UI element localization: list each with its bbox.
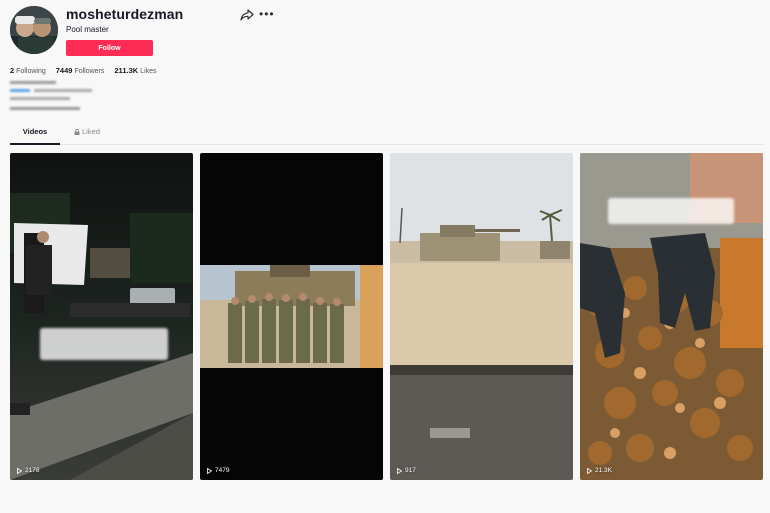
video-thumbnail (390, 153, 573, 480)
play-icon (587, 467, 592, 474)
profile-username: mosheturdezman (66, 6, 184, 22)
profile-stats: 2 Following 7449 Followers 211.3K Likes (10, 66, 157, 75)
profile-bio-blurred (10, 81, 92, 110)
tab-liked[interactable]: Liked (74, 127, 100, 143)
tab-videos[interactable]: Videos (10, 127, 60, 145)
play-icon (397, 467, 402, 474)
profile-subtitle: Pool master (66, 25, 109, 34)
profile-tabs: Videos Liked (10, 127, 764, 145)
blurred-caption (608, 198, 734, 224)
video-grid: 2178 7479 917 21.3K (10, 153, 764, 480)
blurred-caption (40, 328, 168, 360)
stat-following[interactable]: 2 Following (10, 66, 46, 75)
view-count-label: 2178 (25, 467, 40, 474)
share-icon[interactable] (240, 9, 254, 21)
stat-likes-label: Likes (140, 68, 157, 75)
video-card[interactable]: 7479 (200, 153, 383, 480)
view-count-label: 21.3K (595, 467, 612, 474)
stat-following-value: 2 (10, 66, 15, 75)
view-count-label: 7479 (215, 467, 230, 474)
avatar[interactable] (10, 6, 58, 54)
more-options-icon[interactable]: ••• (259, 8, 275, 20)
stat-likes-value: 211.3K (114, 66, 139, 75)
video-card[interactable]: 2178 (10, 153, 193, 480)
video-thumbnail (10, 153, 193, 480)
follow-button[interactable]: Follow (66, 40, 153, 56)
stat-likes: 211.3K Likes (114, 66, 156, 75)
lock-icon (74, 129, 80, 135)
view-count: 917 (397, 467, 416, 474)
view-count: 2178 (17, 467, 39, 474)
video-card[interactable]: 917 (390, 153, 573, 480)
stat-followers[interactable]: 7449 Followers (56, 66, 105, 75)
video-thumbnail (200, 153, 383, 480)
view-count: 21.3K (587, 467, 612, 474)
video-card[interactable]: 21.3K (580, 153, 763, 480)
tab-liked-label: Liked (82, 127, 100, 136)
stat-following-label: Following (16, 68, 46, 75)
view-count-label: 917 (405, 467, 416, 474)
view-count: 7479 (207, 467, 229, 474)
play-icon (17, 467, 22, 474)
stat-followers-label: Followers (74, 68, 105, 75)
play-icon (207, 467, 212, 474)
stat-followers-value: 7449 (55, 66, 73, 75)
avatar-photo (10, 6, 58, 54)
